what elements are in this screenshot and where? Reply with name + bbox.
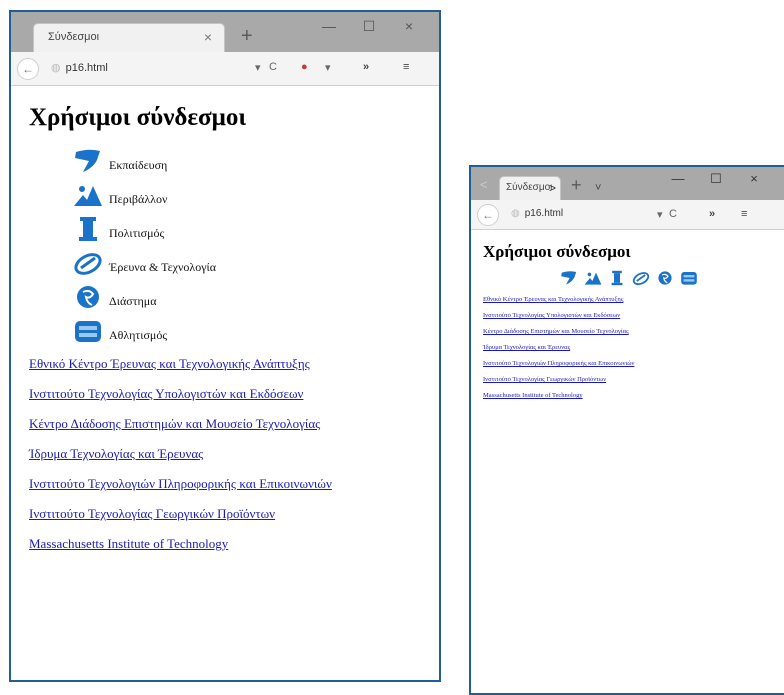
maximize-button[interactable]: ☐ — [349, 18, 389, 35]
category-label: Πολιτισμός — [109, 226, 165, 240]
research-icon[interactable] — [632, 270, 650, 286]
link-item[interactable]: Massachusetts Institute of Technology — [29, 536, 421, 552]
sports-icon — [75, 321, 101, 342]
tab-bar: < Σύνδεσμοι > + ˅ — ☐ × — [471, 167, 784, 200]
close-window-button[interactable]: × — [735, 171, 773, 187]
category-label: Περιβάλλον — [109, 192, 168, 206]
menu-button[interactable]: ≡ — [741, 208, 747, 220]
url-text: p16.html — [65, 62, 108, 74]
tabs-scroll-left-icon[interactable]: < — [480, 177, 488, 192]
link-item[interactable]: Ίδρυμα Τεχνολογίας και Έρευνας — [483, 344, 775, 351]
link-item[interactable]: Ινστιτούτο Τεχνολογίας Γεωργικών Προϊόντ… — [483, 376, 775, 383]
menu-button[interactable]: ≡ — [403, 61, 409, 73]
link-item[interactable]: Ινστιτούτο Τεχνολογίας Γεωργικών Προϊόντ… — [29, 506, 421, 522]
tab-list-dropdown-icon[interactable]: ˅ — [595, 182, 601, 194]
navigation-bar: ← ◍ p16.html ▾ C ● ▾ » ≡ — [11, 52, 439, 86]
link-item[interactable]: Ινστιτούτο Τεχνολογιών Πληροφορικής και … — [29, 476, 421, 492]
page-content: Χρήσιμοι σύνδεσμοι Εθνικό Κέντρο Έρευνας… — [471, 242, 784, 399]
environment-icon[interactable] — [584, 270, 602, 286]
new-tab-button[interactable]: + — [571, 175, 582, 196]
navigation-bar: ← ◍ p16.html ▾ C » ≡ — [471, 200, 784, 230]
category-research[interactable]: Έρευνα & Τεχνολογία — [73, 246, 421, 276]
category-environment[interactable]: Περιβάλλον — [73, 178, 421, 208]
close-window-button[interactable]: × — [389, 18, 429, 35]
addon-icon[interactable]: ● — [301, 61, 308, 73]
minimize-button[interactable]: — — [659, 171, 697, 187]
culture-icon — [79, 217, 97, 241]
window-controls: — ☐ × — [309, 18, 429, 35]
link-item[interactable]: Κέντρο Διάδοσης Επιστημών και Μουσείο Τε… — [29, 416, 421, 432]
maximize-button[interactable]: ☐ — [697, 171, 735, 187]
tab-links[interactable]: Σύνδεσμοι > — [499, 176, 561, 200]
culture-icon[interactable] — [608, 270, 626, 286]
page-title: Χρήσιμοι σύνδεσμοι — [29, 104, 247, 131]
category-culture[interactable]: Πολιτισμός — [73, 212, 421, 242]
link-item[interactable]: Εθνικό Κέντρο Έρευνας και Τεχνολογικής Α… — [29, 356, 421, 372]
addon-dropdown-icon[interactable]: ▾ — [325, 61, 331, 74]
tab-title: Σύνδεσμοι — [506, 182, 553, 193]
dropdown-arrow-icon[interactable]: ▾ — [255, 61, 261, 74]
link-item[interactable]: Ινστιτούτο Τεχνολογίας Υπολογιστών και Ε… — [29, 386, 421, 402]
space-icon — [77, 286, 99, 308]
link-item[interactable]: Ίδρυμα Τεχνολογίας και Έρευνας — [29, 446, 421, 462]
category-space[interactable]: Διάστημα — [73, 280, 421, 310]
page-title: Χρήσιμοι σύνδεσμοι — [483, 242, 631, 261]
url-text: p16.html — [524, 208, 564, 219]
reload-button[interactable]: C — [269, 61, 277, 73]
back-button[interactable]: ← — [17, 58, 39, 80]
browser-window-large: Σύνδεσμοι × + — ☐ × ← ◍ p16.html ▾ C ● ▾ … — [9, 10, 441, 682]
minimize-button[interactable]: — — [309, 18, 349, 35]
category-label: Έρευνα & Τεχνολογία — [109, 260, 217, 274]
overflow-button[interactable]: » — [709, 208, 715, 220]
tab-links[interactable]: Σύνδεσμοι × — [33, 23, 225, 52]
sports-icon[interactable] — [680, 270, 698, 286]
tab-close-icon[interactable]: × — [204, 24, 212, 51]
tabs-scroll-right-icon[interactable]: > — [549, 177, 556, 199]
address-bar[interactable]: ◍ p16.html — [51, 61, 108, 74]
education-icon — [75, 149, 100, 172]
new-tab-button[interactable]: + — [241, 25, 253, 48]
category-label: Εκπαίδευση — [109, 158, 168, 172]
tab-bar: Σύνδεσμοι × + — ☐ × — [11, 12, 439, 52]
window-controls: — ☐ × — [659, 171, 773, 187]
space-icon[interactable] — [656, 270, 674, 286]
link-item[interactable]: Ινστιτούτο Τεχνολογίας Υπολογιστών και Ε… — [483, 312, 775, 319]
tab-title: Σύνδεσμοι — [48, 31, 100, 43]
category-label: Διάστημα — [109, 294, 157, 308]
category-icons-row — [483, 270, 775, 286]
category-label: Αθλητισμός — [109, 328, 168, 342]
globe-icon: ◍ — [511, 208, 520, 219]
dropdown-arrow-icon[interactable]: ▾ — [657, 208, 663, 221]
link-item[interactable]: Ινστιτούτο Τεχνολογιών Πληροφορικής και … — [483, 360, 775, 367]
link-item[interactable]: Εθνικό Κέντρο Έρευνας και Τεχνολογικής Α… — [483, 296, 775, 303]
category-sports[interactable]: Αθλητισμός — [73, 314, 421, 344]
browser-window-small: < Σύνδεσμοι > + ˅ — ☐ × ← ◍ p16.html ▾ C … — [469, 165, 784, 695]
page-content: Χρήσιμοι σύνδεσμοι Εκπαίδευση Περιβάλλον… — [11, 104, 439, 552]
reload-button[interactable]: C — [669, 208, 677, 220]
research-icon — [74, 253, 102, 275]
back-button[interactable]: ← — [477, 204, 499, 226]
address-bar[interactable]: ◍ p16.html — [511, 208, 563, 219]
education-icon[interactable] — [560, 270, 578, 286]
category-education[interactable]: Εκπαίδευση — [73, 144, 421, 174]
overflow-button[interactable]: » — [363, 61, 369, 73]
globe-icon: ◍ — [51, 62, 61, 74]
link-item[interactable]: Massachusetts Institute of Technology — [483, 392, 775, 399]
environment-icon — [74, 186, 102, 206]
link-item[interactable]: Κέντρο Διάδοσης Επιστημών και Μουσείο Τε… — [483, 328, 775, 335]
